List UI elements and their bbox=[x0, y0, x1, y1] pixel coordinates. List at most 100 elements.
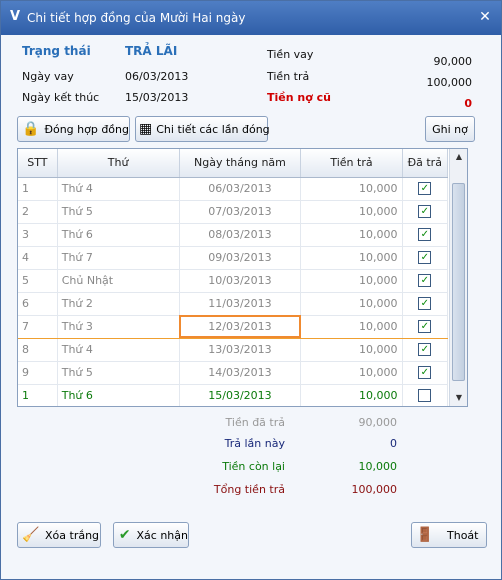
table-cell-stt[interactable]: 4 bbox=[18, 246, 58, 270]
table-row[interactable]: 3 Thứ 6 08/03/2013 10,000 ✓ bbox=[18, 223, 449, 247]
table-cell-date[interactable]: 13/03/2013 bbox=[179, 338, 302, 362]
header-amount[interactable]: Tiền trả bbox=[300, 149, 403, 178]
table-cell-paid[interactable]: ✓ bbox=[402, 338, 449, 362]
table-cell-amount[interactable]: 10,000 bbox=[300, 223, 403, 247]
table-cell-paid[interactable]: ✓ bbox=[402, 314, 449, 339]
title-bar[interactable]: V Chi tiết hợp đồng của Mười Hai ngày ✕ bbox=[1, 1, 501, 35]
table-cell-stt[interactable]: 6 bbox=[18, 292, 58, 316]
table-cell-stt[interactable]: 3 bbox=[18, 223, 58, 247]
table-cell-day[interactable]: Thứ 6 bbox=[57, 384, 180, 406]
table-cell-day[interactable]: Thứ 3 bbox=[57, 314, 180, 339]
header-stt[interactable]: STT bbox=[18, 149, 58, 178]
total-paid-value: 90,000 bbox=[358, 416, 398, 429]
table-cell-paid[interactable]: ✓ bbox=[402, 200, 449, 224]
header-day[interactable]: Thứ bbox=[57, 149, 180, 178]
end-date-label: Ngày kết thúc bbox=[22, 91, 100, 104]
table-cell-stt[interactable]: 1 bbox=[18, 177, 58, 201]
table-cell-date[interactable]: 09/03/2013 bbox=[179, 246, 302, 270]
table-icon: ▦ bbox=[139, 121, 153, 137]
table-cell-paid[interactable]: ✓ bbox=[402, 292, 449, 316]
scroll-up-icon[interactable]: ▲ bbox=[450, 149, 467, 165]
payment-details-button[interactable]: ▦ Chi tiết các lần đóng bbox=[135, 116, 270, 142]
table-cell-amount[interactable]: 10,000 bbox=[300, 361, 403, 385]
table-row[interactable]: 9 Thứ 5 14/03/2013 10,000 ✓ bbox=[18, 361, 449, 385]
table-cell-amount[interactable]: 10,000 bbox=[300, 246, 403, 270]
lock-icon: 🔒 bbox=[22, 121, 40, 137]
table-cell-paid[interactable]: ✓ bbox=[402, 223, 449, 247]
table-cell-date[interactable]: 10/03/2013 bbox=[179, 269, 302, 293]
table-cell-date[interactable]: 08/03/2013 bbox=[179, 223, 302, 247]
table-cell-amount[interactable]: 10,000 bbox=[300, 200, 403, 224]
table-cell-day[interactable]: Thứ 7 bbox=[57, 246, 180, 270]
table-row[interactable]: 6 Thứ 2 11/03/2013 10,000 ✓ bbox=[18, 292, 449, 316]
paid-checkbox[interactable]: ✓ bbox=[418, 320, 432, 334]
scroll-thumb[interactable] bbox=[452, 183, 465, 381]
table-cell-day[interactable]: Thứ 4 bbox=[57, 338, 180, 362]
status-value: TRẢ LÃI bbox=[125, 44, 178, 58]
table-cell-amount[interactable]: 10,000 bbox=[300, 314, 403, 339]
close-contract-label: Đóng hợp đồng bbox=[44, 122, 129, 136]
paid-checkbox[interactable]: ✓ bbox=[418, 228, 432, 242]
payment-table: STT Thứ Ngày tháng năm Tiền trả Đã trả 1… bbox=[18, 149, 449, 406]
table-cell-amount[interactable]: 10,000 bbox=[300, 177, 403, 201]
table-cell-day[interactable]: Thứ 4 bbox=[57, 177, 180, 201]
exit-button[interactable]: 🚪 Thoát bbox=[411, 522, 487, 548]
table-cell-amount[interactable]: 10,000 bbox=[300, 338, 403, 362]
paid-checkbox[interactable]: ✓ bbox=[418, 205, 432, 219]
table-cell-stt[interactable]: 5 bbox=[18, 269, 58, 293]
grand-total-label: Tổng tiền trả bbox=[213, 483, 285, 496]
paid-checkbox[interactable]: ✓ bbox=[418, 297, 432, 311]
payment-details-label: Chi tiết các lần đóng bbox=[156, 122, 270, 136]
paid-checkbox[interactable]: ✓ bbox=[418, 251, 432, 265]
table-cell-stt[interactable]: 1 bbox=[18, 384, 58, 406]
header-date[interactable]: Ngày tháng năm bbox=[179, 149, 302, 178]
table-cell-day[interactable]: Chủ Nhật bbox=[57, 269, 180, 293]
table-cell-amount[interactable]: 10,000 bbox=[300, 269, 403, 293]
clear-button[interactable]: 🧹 Xóa trắng bbox=[17, 522, 101, 548]
table-cell-date[interactable]: 07/03/2013 bbox=[179, 200, 302, 224]
table-cell-paid[interactable]: ✓ bbox=[402, 269, 449, 293]
table-cell-paid[interactable] bbox=[402, 384, 449, 406]
pay-now-value: 0 bbox=[390, 437, 397, 450]
table-cell-stt[interactable]: 8 bbox=[18, 338, 58, 362]
table-row[interactable]: 1 Thứ 4 06/03/2013 10,000 ✓ bbox=[18, 177, 449, 201]
table-cell-paid[interactable]: ✓ bbox=[402, 361, 449, 385]
record-debt-button[interactable]: Ghi nợ bbox=[425, 116, 475, 142]
paid-checkbox[interactable]: ✓ bbox=[418, 182, 432, 196]
pay-now-label: Trả lần này bbox=[224, 437, 285, 450]
table-cell-day[interactable]: Thứ 5 bbox=[57, 361, 180, 385]
table-cell-date[interactable]: 14/03/2013 bbox=[179, 361, 302, 385]
table-cell-paid[interactable]: ✓ bbox=[402, 246, 449, 270]
grid-scrollbar[interactable]: ▲ ▼ bbox=[449, 149, 467, 406]
close-contract-button[interactable]: 🔒 Đóng hợp đồng bbox=[17, 116, 130, 142]
table-cell-date[interactable]: 06/03/2013 bbox=[179, 177, 302, 201]
scroll-down-icon[interactable]: ▼ bbox=[450, 390, 467, 406]
table-cell-stt[interactable]: 2 bbox=[18, 200, 58, 224]
paid-checkbox[interactable]: ✓ bbox=[418, 366, 432, 380]
close-window-icon[interactable]: ✕ bbox=[475, 7, 495, 27]
table-row[interactable]: 8 Thứ 4 13/03/2013 10,000 ✓ bbox=[18, 338, 449, 362]
paid-checkbox[interactable]: ✓ bbox=[418, 274, 432, 288]
table-row[interactable]: 4 Thứ 7 09/03/2013 10,000 ✓ bbox=[18, 246, 449, 270]
table-cell-date[interactable]: 12/03/2013 bbox=[179, 314, 302, 339]
table-cell-day[interactable]: Thứ 6 bbox=[57, 223, 180, 247]
table-row[interactable]: 7 Thứ 3 12/03/2013 10,000 ✓ bbox=[18, 314, 449, 339]
paid-checkbox[interactable]: ✓ bbox=[418, 343, 432, 357]
confirm-button[interactable]: ✔ Xác nhận bbox=[113, 522, 189, 548]
table-row[interactable]: 2 Thứ 5 07/03/2013 10,000 ✓ bbox=[18, 200, 449, 224]
table-row[interactable]: 5 Chủ Nhật 10/03/2013 10,000 ✓ bbox=[18, 269, 449, 293]
table-cell-day[interactable]: Thứ 5 bbox=[57, 200, 180, 224]
header-paid[interactable]: Đã trả bbox=[402, 149, 449, 178]
loan-date-value: 06/03/2013 bbox=[125, 70, 189, 83]
table-cell-date[interactable]: 15/03/2013 bbox=[179, 384, 302, 406]
table-cell-stt[interactable]: 7 bbox=[18, 314, 58, 339]
table-cell-day[interactable]: Thứ 2 bbox=[57, 292, 180, 316]
paid-amount-value: 100,000 bbox=[426, 76, 473, 89]
table-row[interactable]: 1 Thứ 6 15/03/2013 10,000 bbox=[18, 384, 449, 406]
table-cell-amount[interactable]: 10,000 bbox=[300, 292, 403, 316]
paid-checkbox[interactable] bbox=[418, 389, 432, 403]
table-cell-paid[interactable]: ✓ bbox=[402, 177, 449, 201]
table-cell-date[interactable]: 11/03/2013 bbox=[179, 292, 302, 316]
table-cell-stt[interactable]: 9 bbox=[18, 361, 58, 385]
table-cell-amount[interactable]: 10,000 bbox=[300, 384, 403, 406]
